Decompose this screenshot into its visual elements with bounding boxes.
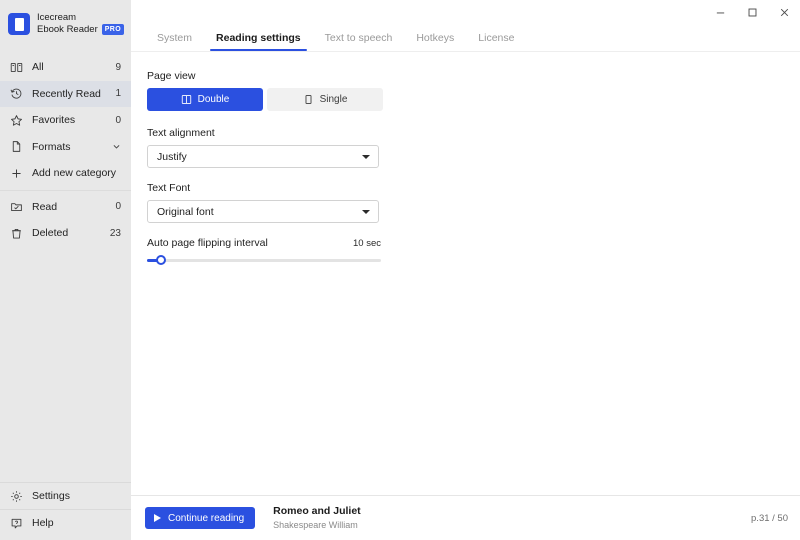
sidebar-divider — [0, 189, 131, 191]
gear-icon — [9, 489, 24, 504]
page-view-single-button[interactable]: Single — [267, 88, 383, 111]
sidebar-nav: All 9 Recently Read 1 Favorites 0 Format… — [0, 54, 131, 247]
continue-reading-label: Continue reading — [168, 512, 245, 524]
sidebar-item-count: 23 — [109, 227, 121, 239]
settings-content: Page view Double Single Text alignment J… — [131, 52, 800, 495]
pro-badge: PRO — [101, 24, 125, 36]
text-font-value: Original font — [157, 205, 214, 218]
brand-line-2: Ebook Reader — [37, 24, 98, 35]
sidebar-item-formats[interactable]: Formats — [0, 134, 131, 161]
book-title: Romeo and Juliet — [273, 505, 361, 517]
sidebar-item-label: All — [32, 61, 44, 74]
tab-system[interactable]: System — [145, 32, 204, 51]
slider-thumb[interactable] — [156, 255, 167, 265]
sidebar-item-label: Recently Read — [32, 87, 101, 100]
bottom-bar: Continue reading Romeo and Juliet Shakes… — [131, 495, 800, 540]
single-page-icon — [303, 94, 314, 105]
book-logo-icon — [8, 13, 30, 35]
sidebar-item-label: Settings — [32, 490, 70, 502]
sidebar-item-count: 9 — [115, 61, 121, 73]
help-icon — [9, 516, 24, 531]
slider-track — [147, 259, 381, 262]
sidebar-item-settings[interactable]: Settings — [0, 483, 131, 509]
sidebar-item-read[interactable]: Read 0 — [0, 194, 131, 221]
sidebar: Icecream Ebook Reader PRO All 9 Recently… — [0, 0, 131, 540]
close-icon — [779, 7, 790, 18]
plus-icon — [9, 166, 24, 181]
page-view-double-button[interactable]: Double — [147, 88, 263, 111]
sidebar-item-label: Read — [32, 200, 58, 213]
history-icon — [9, 86, 24, 101]
sidebar-item-label: Formats — [32, 140, 71, 153]
chevron-down-icon — [111, 142, 121, 152]
auto-flip-slider[interactable] — [147, 253, 381, 267]
text-alignment-select[interactable]: Justify — [147, 145, 379, 168]
sidebar-item-count: 1 — [115, 88, 121, 100]
brand-text: Icecream Ebook Reader PRO — [37, 12, 125, 36]
window-titlebar — [131, 0, 800, 24]
sidebar-item-count: 0 — [115, 201, 121, 213]
sidebar-item-label: Help — [32, 517, 54, 529]
main-panel: System Reading settings Text to speech H… — [131, 0, 800, 540]
chevron-down-icon — [362, 209, 370, 214]
sidebar-item-recently-read[interactable]: Recently Read 1 — [0, 80, 131, 107]
close-button[interactable] — [768, 2, 800, 22]
page-indicator: p.31 / 50 — [751, 512, 788, 524]
sidebar-item-all[interactable]: All 9 — [0, 54, 131, 81]
sidebar-item-help[interactable]: Help — [0, 510, 131, 536]
tab-reading-settings[interactable]: Reading settings — [204, 32, 313, 51]
page-view-label: Page view — [147, 70, 196, 82]
maximize-icon — [747, 7, 758, 18]
sidebar-item-deleted[interactable]: Deleted 23 — [0, 220, 131, 247]
sidebar-item-add-new-category[interactable]: Add new category — [0, 160, 131, 187]
sidebar-bottom-nav: Settings Help — [0, 482, 131, 540]
text-font-select[interactable]: Original font — [147, 200, 379, 223]
current-book-meta: Romeo and Juliet Shakespeare William — [273, 505, 361, 531]
maximize-button[interactable] — [736, 2, 768, 22]
text-alignment-value: Justify — [157, 150, 187, 163]
app-window: Icecream Ebook Reader PRO All 9 Recently… — [0, 0, 800, 540]
continue-reading-button[interactable]: Continue reading — [145, 507, 256, 529]
minimize-icon — [715, 7, 726, 18]
tab-text-to-speech[interactable]: Text to speech — [313, 32, 405, 51]
auto-flip-label: Auto page flipping interval — [147, 237, 268, 249]
book-author: Shakespeare William — [273, 520, 358, 530]
sidebar-item-label: Add new category — [32, 167, 117, 180]
file-icon — [9, 139, 24, 154]
settings-tabs: System Reading settings Text to speech H… — [131, 24, 800, 52]
text-font-label: Text Font — [147, 182, 191, 194]
play-icon — [154, 514, 161, 522]
text-alignment-label: Text alignment — [147, 127, 215, 139]
sidebar-item-label: Favorites — [32, 114, 76, 127]
double-page-icon — [181, 94, 192, 105]
sidebar-item-label: Deleted — [32, 227, 69, 240]
library-icon — [9, 60, 24, 75]
chevron-down-icon — [362, 154, 370, 159]
folder-check-icon — [9, 199, 24, 214]
brand-line-1: Icecream — [37, 12, 77, 24]
page-view-double-label: Double — [197, 94, 230, 105]
trash-icon — [9, 226, 24, 241]
page-view-toggle-group: Double Single — [147, 88, 383, 111]
tab-license[interactable]: License — [466, 32, 526, 51]
tab-hotkeys[interactable]: Hotkeys — [404, 32, 466, 51]
auto-flip-value: 10 sec — [353, 238, 381, 249]
sidebar-item-count: 0 — [115, 114, 121, 126]
app-brand: Icecream Ebook Reader PRO — [0, 0, 131, 48]
star-icon — [9, 113, 24, 128]
page-view-single-label: Single — [319, 94, 348, 105]
sidebar-item-favorites[interactable]: Favorites 0 — [0, 107, 131, 134]
auto-flip-header: Auto page flipping interval 10 sec — [147, 237, 381, 249]
minimize-button[interactable] — [704, 2, 736, 22]
